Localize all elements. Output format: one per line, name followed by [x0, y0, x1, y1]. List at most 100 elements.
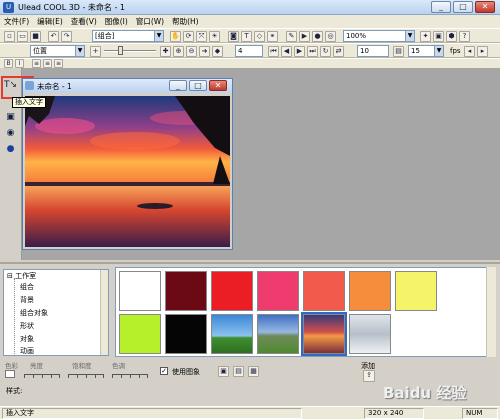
- redo-icon[interactable]: ↷: [61, 31, 72, 42]
- menu-bar: 文件(F) 编辑(E) 查看(V) 图像(I) 窗口(W) 帮助(H): [0, 15, 500, 28]
- app-icon: U: [3, 2, 14, 13]
- fps-spinner[interactable]: 10: [357, 45, 389, 57]
- fps-down-icon[interactable]: ◂: [464, 46, 475, 57]
- minimize-button[interactable]: _: [431, 1, 451, 13]
- use-image-checkbox[interactable]: ✓: [160, 367, 168, 375]
- pan-icon[interactable]: ✋: [170, 31, 181, 42]
- close-button[interactable]: ✕: [475, 1, 495, 13]
- edit-text-icon[interactable]: ✎: [286, 31, 297, 42]
- size-icon[interactable]: ⤧: [196, 31, 207, 42]
- image-icon[interactable]: ▣: [433, 31, 444, 42]
- pingpong-icon[interactable]: ⇄: [333, 46, 344, 57]
- gallery-scrollbar[interactable]: [486, 267, 496, 357]
- last-frame-icon[interactable]: ⏭: [307, 46, 318, 57]
- light-icon[interactable]: ☀: [209, 31, 220, 42]
- studio-tree[interactable]: ⊟ 工作室 组合 背景 组合对象 形状 对象 动画: [3, 269, 109, 356]
- saturation-slider[interactable]: [68, 374, 104, 380]
- add-key-icon[interactable]: +: [90, 46, 101, 57]
- add-button-icon[interactable]: ⇪: [363, 370, 375, 382]
- mode-combo[interactable]: 位置 ▼: [30, 45, 85, 57]
- swatch-white[interactable]: [119, 271, 161, 311]
- background-sunset[interactable]: [301, 312, 347, 356]
- italic-icon[interactable]: I: [15, 59, 24, 68]
- background-winter[interactable]: [349, 314, 391, 354]
- timeline-slider[interactable]: [104, 46, 156, 55]
- brightness-slider[interactable]: [24, 374, 60, 380]
- menu-window[interactable]: 窗口(W): [132, 15, 168, 28]
- background-sky-field[interactable]: [211, 314, 253, 354]
- align-left-icon[interactable]: ≡: [32, 59, 41, 68]
- tree-item-object[interactable]: 对象: [20, 335, 34, 344]
- next-frame-icon[interactable]: ▶: [294, 46, 305, 57]
- color-label: 色彩: [5, 362, 18, 370]
- image-edit-icon[interactable]: ▦: [248, 366, 259, 377]
- color-picker-box[interactable]: [5, 370, 15, 378]
- hue-slider[interactable]: [112, 374, 148, 380]
- swatch-pink[interactable]: [257, 271, 299, 311]
- menu-image[interactable]: 图像(I): [101, 15, 132, 28]
- loop-icon[interactable]: ↻: [320, 46, 331, 57]
- frames-total-combo[interactable]: 15 ▼: [408, 45, 444, 57]
- menu-file[interactable]: 文件(F): [0, 15, 33, 28]
- tree-item-group[interactable]: 组合: [20, 283, 34, 292]
- insert-graphic-icon[interactable]: ◉: [3, 126, 18, 140]
- tree-root[interactable]: ⊟ 工作室: [7, 272, 36, 281]
- insert-geometry-icon[interactable]: ▣: [3, 110, 18, 124]
- text-tool-icon[interactable]: T: [241, 31, 252, 42]
- swatch-red[interactable]: [211, 271, 253, 311]
- play-icon[interactable]: ▶: [299, 31, 310, 42]
- camera-icon[interactable]: ◙: [228, 31, 239, 42]
- prev-frame-icon[interactable]: ◀: [281, 46, 292, 57]
- swatch-lime[interactable]: [119, 314, 161, 354]
- object-combo[interactable]: [组合] ▼: [92, 30, 164, 42]
- shape-tool-icon[interactable]: ◇: [254, 31, 265, 42]
- tree-item-background[interactable]: 背景: [20, 296, 34, 305]
- first-frame-icon[interactable]: ⏮: [268, 46, 279, 57]
- open-folder-icon[interactable]: ▭: [17, 31, 28, 42]
- image-settings-icon[interactable]: ▤: [233, 366, 244, 377]
- background-mountain-lake[interactable]: [257, 314, 299, 354]
- arrow-right-icon[interactable]: ➜: [199, 46, 210, 57]
- tree-item-shape[interactable]: 形状: [20, 322, 34, 331]
- undo-icon[interactable]: ↶: [48, 31, 59, 42]
- menu-view[interactable]: 查看(V): [67, 15, 101, 28]
- tree-item-group-object[interactable]: 组合对象: [20, 309, 48, 318]
- wizard-icon[interactable]: ✦: [420, 31, 431, 42]
- zoom-combo[interactable]: 100% ▼: [343, 30, 415, 42]
- zoom-out-icon[interactable]: ⊖: [186, 46, 197, 57]
- bold-icon[interactable]: B: [4, 59, 13, 68]
- align-right-icon[interactable]: ≡: [54, 59, 63, 68]
- sphere-icon[interactable]: ●: [3, 142, 18, 156]
- swatch-yellow[interactable]: [395, 271, 437, 311]
- fps-up-icon[interactable]: ▸: [477, 46, 488, 57]
- doc-minimize-button[interactable]: _: [169, 80, 187, 91]
- load-image-icon[interactable]: ▣: [218, 366, 229, 377]
- key-frame-icon[interactable]: ◆: [212, 46, 223, 57]
- doc-restore-button[interactable]: □: [189, 80, 207, 91]
- preview-icon[interactable]: ◎: [325, 31, 336, 42]
- object-icon[interactable]: ⬢: [446, 31, 457, 42]
- zoom-in-icon[interactable]: ⊕: [173, 46, 184, 57]
- whats-this-icon[interactable]: ?: [459, 31, 470, 42]
- document-icon: [25, 81, 34, 90]
- move-plus-icon[interactable]: ✚: [160, 46, 171, 57]
- link-icon[interactable]: ⚭: [267, 31, 278, 42]
- frame-spinner[interactable]: 4: [235, 45, 263, 57]
- swatch-orange[interactable]: [349, 271, 391, 311]
- doc-close-button[interactable]: ✕: [209, 80, 227, 91]
- menu-edit[interactable]: 编辑(E): [33, 15, 67, 28]
- tree-scrollbar[interactable]: [100, 270, 108, 355]
- new-file-icon[interactable]: ▫: [4, 31, 15, 42]
- align-center-icon[interactable]: ≡: [43, 59, 52, 68]
- swatch-black[interactable]: [165, 314, 207, 354]
- frames-icon[interactable]: ▤: [393, 46, 404, 57]
- swatch-dark-red[interactable]: [165, 271, 207, 311]
- stop-icon[interactable]: ●: [312, 31, 323, 42]
- swatch-coral[interactable]: [303, 271, 345, 311]
- sunset-canvas-image[interactable]: [25, 96, 230, 247]
- tree-item-animation[interactable]: 动画: [20, 347, 34, 356]
- menu-help[interactable]: 帮助(H): [168, 15, 203, 28]
- maximize-button[interactable]: □: [453, 1, 473, 13]
- save-icon[interactable]: ■: [30, 31, 41, 42]
- rotate-icon[interactable]: ⟳: [183, 31, 194, 42]
